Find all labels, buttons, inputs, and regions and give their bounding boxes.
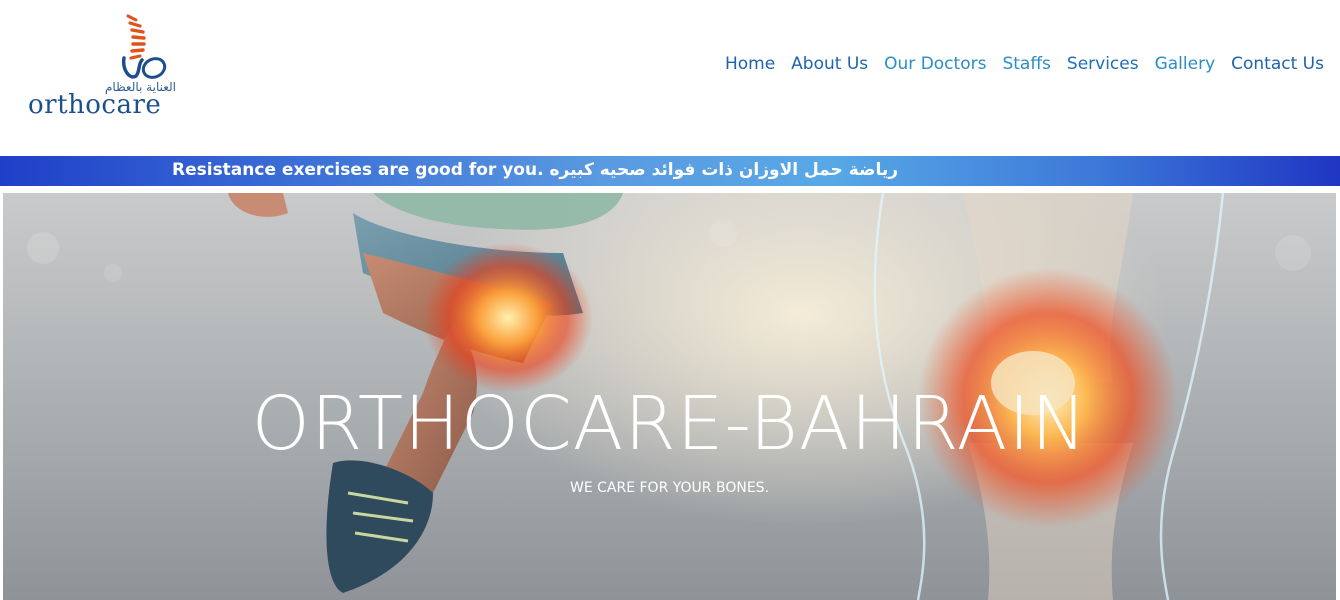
nav-services[interactable]: Services [1067, 54, 1139, 74]
hero-subtitle: WE CARE FOR YOUR BONES. [569, 480, 770, 496]
nav-our-doctors[interactable]: Our Doctors [884, 54, 986, 74]
ticker-text: Resistance exercises are good for you. ر… [172, 160, 899, 180]
announcement-ticker: Resistance exercises are good for you. ر… [0, 156, 1340, 186]
nav-gallery[interactable]: Gallery [1155, 54, 1216, 74]
nav-staffs[interactable]: Staffs [1002, 54, 1050, 74]
nav-home[interactable]: Home [725, 54, 775, 74]
spine-logo-icon [121, 14, 167, 79]
site-header: العناية بالعظام orthocare Home About Us … [0, 0, 1340, 156]
site-logo[interactable]: العناية بالعظام orthocare [28, 14, 178, 122]
nav-about-us[interactable]: About Us [791, 54, 868, 74]
logo-wordmark: orthocare [28, 90, 162, 120]
hero-title: ORTHOCARE-BAHRAIN [251, 381, 1088, 467]
main-nav: Home About Us Our Doctors Staffs Service… [725, 54, 1324, 74]
nav-contact-us[interactable]: Contact Us [1231, 54, 1324, 74]
hero-banner: ORTHOCARE-BAHRAIN WE CARE FOR YOUR BONES… [3, 193, 1336, 600]
